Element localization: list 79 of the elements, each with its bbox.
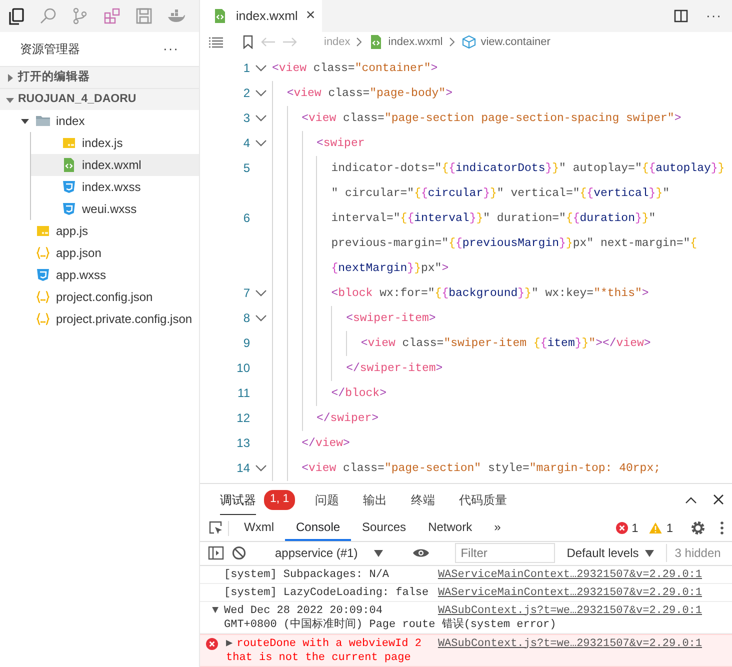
line-number: 13: [236, 435, 250, 452]
source-link[interactable]: WAServiceMainContext…29321507&v=2.29.0:1: [438, 568, 702, 582]
devtools-tab[interactable]: Console: [285, 516, 352, 541]
tree-item[interactable]: index.js: [31, 132, 199, 154]
code-line: </view>: [272, 430, 350, 456]
code-line: </block>: [272, 380, 386, 406]
code-line: <view class="page-section page-section-spacing swiper">: [272, 106, 682, 131]
tree-item[interactable]: app.js: [0, 220, 199, 242]
section-header[interactable]: RUOJUAN_4_DAORU: [0, 88, 199, 110]
log-message: [system] Subpackages: N/A: [224, 568, 390, 582]
panel-tab[interactable]: 调试器: [220, 484, 256, 515]
line-number: 3: [242, 110, 250, 128]
panel-tab[interactable]: 终端: [411, 484, 436, 515]
code-line: </swiper>: [272, 406, 379, 431]
line-number: 11: [236, 385, 250, 402]
filter-field[interactable]: Filter: [454, 543, 555, 564]
editor-tab[interactable]: index.wxml ×: [200, 0, 322, 32]
tree-item[interactable]: index.wxss: [31, 176, 199, 198]
code-line: {nextMargin}}px">: [272, 256, 449, 281]
line-number: 4: [242, 135, 250, 152]
line-number: 5: [242, 160, 250, 178]
breadcrumb-item[interactable]: view.container: [460, 34, 550, 51]
tree-item[interactable]: project.private.config.json: [0, 308, 199, 330]
code-line: <view class="swiper-item {{item}}"></view>: [272, 330, 651, 356]
code-line: <view class="page-section" style="margin-top: 40rpx;: [272, 456, 661, 481]
source-link[interactable]: WASubContext.js?t=we…29321507&v=2.29.0:1: [438, 636, 702, 651]
tree-item[interactable]: index: [0, 110, 199, 132]
expand-toggle[interactable]: ▼: [212, 604, 224, 618]
code-line: <swiper-item>: [272, 306, 436, 331]
source-link[interactable]: WASubContext.js?t=we…29321507&v=2.29.0:1: [438, 604, 702, 618]
code-line: <view class="page-body">: [272, 80, 452, 106]
warning-count: 1: [666, 520, 673, 538]
more-button[interactable]: ···: [704, 6, 724, 26]
code-line: interval="{{interval}}" duration="{{duration}}": [272, 206, 656, 231]
context-select[interactable]: appservice (#1): [271, 544, 387, 562]
tree-item[interactable]: index.wxml: [31, 154, 199, 176]
source-link[interactable]: WAServiceMainContext…29321507&v=2.29.0:1: [438, 586, 702, 600]
levels-dropdown[interactable]: Default levels: [562, 544, 658, 562]
code-line: <view class="container">: [272, 60, 438, 77]
section-header[interactable]: 打开的编辑器: [0, 66, 199, 88]
line-number: 2: [242, 85, 250, 102]
close-button[interactable]: ×: [306, 8, 316, 24]
code-line: previous-margin="{{previousMargin}}px" next-margin="{: [272, 230, 698, 256]
panel-tab[interactable]: 代码质量: [459, 484, 508, 515]
line-number: 10: [236, 360, 250, 378]
explorer-title: 资源管理器: [20, 41, 80, 58]
breadcrumb-item[interactable]: index.wxml: [368, 34, 443, 51]
line-number: 7: [242, 285, 250, 302]
code-line: indicator-dots="{{indicatorDots}}" autoplay="{{autoplay}}: [272, 156, 725, 181]
log-message: that is not the current page: [226, 650, 411, 665]
tree-item[interactable]: app.json: [0, 242, 199, 264]
log-message: Wed Dec 28 2022 20:09:04: [224, 604, 382, 618]
code-line: " circular="{{circular}}" vertical="{{vertical}}": [272, 180, 670, 206]
code-line: <block wx:for="{{background}}" wx:key="*this">: [272, 280, 649, 306]
tree-item[interactable]: weui.wxss: [31, 198, 199, 220]
count-badge: 1, 1: [264, 490, 296, 510]
panel-tab[interactable]: 问题: [315, 484, 340, 515]
line-number: 6: [242, 210, 250, 228]
line-number: 14: [236, 460, 250, 478]
line-number: 9: [242, 335, 250, 352]
expand-toggle[interactable]: ▶: [226, 636, 233, 651]
hidden-count: 3 hidden: [666, 544, 721, 562]
code-line: </swiper-item>: [272, 356, 443, 381]
line-number: 8: [242, 310, 250, 328]
devtools-tab[interactable]: Sources: [351, 516, 418, 541]
line-number: 12: [236, 410, 250, 428]
line-number: 1: [242, 60, 250, 78]
panel-tab[interactable]: 输出: [363, 484, 388, 515]
tree-item[interactable]: app.wxss: [0, 264, 199, 286]
tree-item[interactable]: project.config.json: [0, 286, 199, 308]
code-line: <swiper: [272, 130, 365, 156]
log-message: routeDone with a webviewId 2: [236, 636, 422, 651]
devtools-tab[interactable]: Wxml: [233, 516, 285, 541]
log-message: [system] LazyCodeLoading: false: [224, 586, 429, 600]
more-button[interactable]: ···: [161, 39, 181, 59]
more-tabs-button[interactable]: »: [483, 516, 512, 541]
devtools-tab[interactable]: Network: [417, 516, 484, 541]
log-message: GMT+0800 (中国标准时间) Page route 错误(system error): [224, 618, 556, 632]
error-count: 1: [632, 520, 638, 538]
